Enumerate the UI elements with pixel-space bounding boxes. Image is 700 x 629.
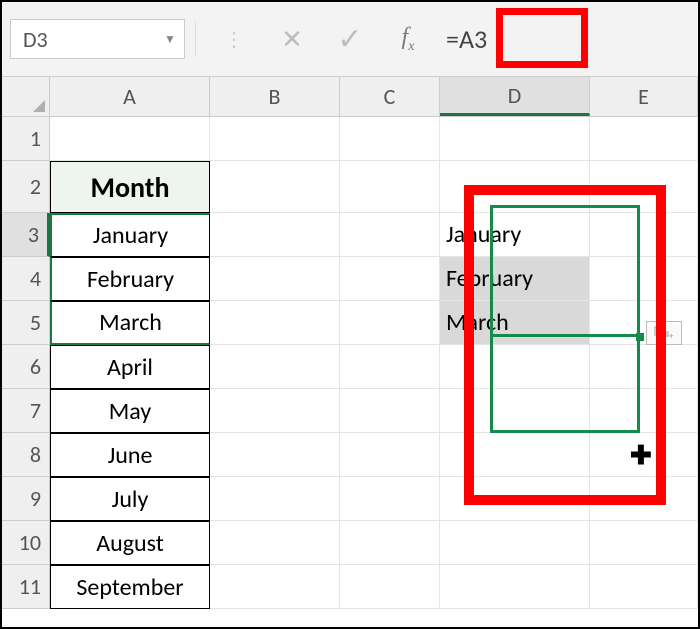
- col-header-E[interactable]: E: [590, 77, 698, 116]
- separator: [195, 21, 196, 57]
- cell-C9[interactable]: [340, 477, 440, 521]
- cell-D5[interactable]: March: [440, 301, 590, 345]
- row-header-9[interactable]: 9: [2, 477, 50, 521]
- cell-E2[interactable]: [590, 161, 698, 213]
- cell-B4[interactable]: [210, 257, 340, 301]
- cell-E7[interactable]: [590, 389, 698, 433]
- row-header-8[interactable]: 8: [2, 433, 50, 477]
- cell-E10[interactable]: [590, 521, 698, 565]
- cell-B10[interactable]: [210, 521, 340, 565]
- select-all-corner[interactable]: [2, 77, 50, 116]
- column-headers: A B C D E: [2, 77, 698, 117]
- cell-C4[interactable]: [340, 257, 440, 301]
- cell-D7[interactable]: [440, 389, 590, 433]
- cell-E4[interactable]: [590, 257, 698, 301]
- col-header-C[interactable]: C: [340, 77, 440, 116]
- cell-D8[interactable]: [440, 433, 590, 477]
- fx-icon[interactable]: fx: [394, 24, 422, 55]
- cell-A4[interactable]: February: [50, 257, 210, 301]
- cell-B5[interactable]: [210, 301, 340, 345]
- fill-handle[interactable]: [636, 333, 644, 341]
- cell-D9[interactable]: [440, 477, 590, 521]
- col-header-B[interactable]: B: [210, 77, 340, 116]
- cell-E3[interactable]: [590, 213, 698, 257]
- col-header-A[interactable]: A: [50, 77, 210, 116]
- row-header-7[interactable]: 7: [2, 389, 50, 433]
- cell-A5[interactable]: March: [50, 301, 210, 345]
- col-header-D[interactable]: D: [440, 77, 590, 116]
- name-box-value: D3: [11, 26, 156, 53]
- cell-A11[interactable]: September: [50, 565, 210, 609]
- row-header-2[interactable]: 2: [2, 161, 50, 213]
- cell-B1[interactable]: [210, 117, 340, 161]
- cell-D3[interactable]: January: [440, 213, 590, 257]
- cell-E9[interactable]: [590, 477, 698, 521]
- row-header-3[interactable]: 3: [2, 213, 50, 257]
- cell-C8[interactable]: [340, 433, 440, 477]
- cell-D10[interactable]: [440, 521, 590, 565]
- cell-B6[interactable]: [210, 345, 340, 389]
- more-icon: ⋮: [220, 27, 248, 52]
- cell-A3[interactable]: January: [50, 213, 210, 257]
- cell-B7[interactable]: [210, 389, 340, 433]
- formula-bar: D3 ▼ ⋮ ✕ ✓ fx =A3: [2, 2, 698, 77]
- name-box[interactable]: D3 ▼: [10, 19, 185, 59]
- cell-B2[interactable]: [210, 161, 340, 213]
- cell-B9[interactable]: [210, 477, 340, 521]
- cell-D6[interactable]: [440, 345, 590, 389]
- cell-B11[interactable]: [210, 565, 340, 609]
- cell-A1[interactable]: [50, 117, 210, 161]
- cell-C5[interactable]: [340, 301, 440, 345]
- autofill-options-button[interactable]: +: [646, 321, 682, 345]
- cancel-icon[interactable]: ✕: [278, 23, 306, 55]
- cell-C10[interactable]: [340, 521, 440, 565]
- cell-E11[interactable]: [590, 565, 698, 609]
- cell-A7[interactable]: May: [50, 389, 210, 433]
- cell-A6[interactable]: April: [50, 345, 210, 389]
- cell-E8[interactable]: [590, 433, 698, 477]
- row-header-5[interactable]: 5: [2, 301, 50, 345]
- row-header-1[interactable]: 1: [2, 117, 50, 161]
- row-header-10[interactable]: 10: [2, 521, 50, 565]
- autofill-icon: +: [654, 326, 674, 340]
- row-header-4[interactable]: 4: [2, 257, 50, 301]
- cell-A10[interactable]: August: [50, 521, 210, 565]
- svg-text:+: +: [669, 331, 674, 340]
- cell-C6[interactable]: [340, 345, 440, 389]
- cell-E1[interactable]: [590, 117, 698, 161]
- cell-C2[interactable]: [340, 161, 440, 213]
- cell-D1[interactable]: [440, 117, 590, 161]
- rows: 1 2 Month 3 January January 4 February: [2, 117, 698, 609]
- cell-C3[interactable]: [340, 213, 440, 257]
- formula-input[interactable]: =A3: [432, 19, 501, 59]
- enter-icon[interactable]: ✓: [336, 21, 364, 58]
- cell-A8[interactable]: June: [50, 433, 210, 477]
- cell-D4[interactable]: February: [440, 257, 590, 301]
- row-header-11[interactable]: 11: [2, 565, 50, 609]
- cell-D2[interactable]: [440, 161, 590, 213]
- cell-B3[interactable]: [210, 213, 340, 257]
- cell-C11[interactable]: [340, 565, 440, 609]
- chevron-down-icon[interactable]: ▼: [156, 32, 184, 47]
- cell-A2-header[interactable]: Month: [50, 161, 210, 213]
- row-header-6[interactable]: 6: [2, 345, 50, 389]
- cell-A9[interactable]: July: [50, 477, 210, 521]
- cell-B8[interactable]: [210, 433, 340, 477]
- cell-D11[interactable]: [440, 565, 590, 609]
- spreadsheet-grid[interactable]: A B C D E 1 2 Month 3 January January: [2, 77, 698, 609]
- cell-E6[interactable]: [590, 345, 698, 389]
- formula-bar-icons: ⋮ ✕ ✓ fx: [206, 21, 422, 58]
- cell-C1[interactable]: [340, 117, 440, 161]
- cell-C7[interactable]: [340, 389, 440, 433]
